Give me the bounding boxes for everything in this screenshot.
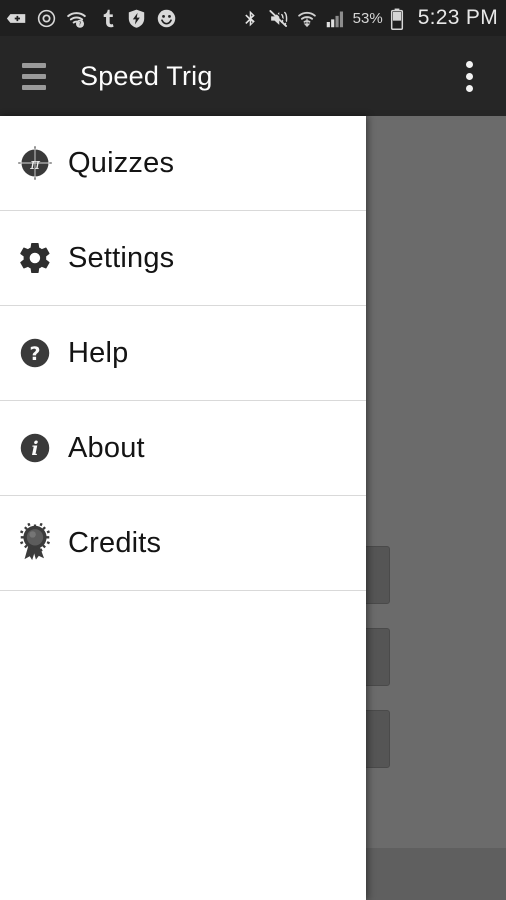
plus-flag-icon [6, 8, 27, 29]
hamburger-bar [22, 73, 46, 79]
info-icon: i [14, 427, 56, 469]
smiley-icon [156, 8, 177, 29]
drawer-item-label: Settings [68, 241, 175, 274]
overflow-dot [465, 60, 473, 68]
drawer-item-settings[interactable]: Settings [0, 211, 366, 306]
drawer-item-quizzes[interactable]: π Quizzes [0, 116, 366, 211]
drawer-item-label: Credits [68, 526, 162, 559]
wifi-icon [297, 8, 318, 29]
wifi-question-icon: ? [66, 8, 87, 29]
hamburger-bar [22, 62, 46, 68]
drawer-item-credits[interactable]: Credits [0, 496, 366, 591]
svg-text:?: ? [29, 343, 40, 365]
battery-icon [390, 8, 411, 30]
award-ribbon-icon [14, 522, 56, 564]
drawer-item-label: About [68, 431, 145, 464]
cell-signal-icon [325, 8, 346, 29]
gear-icon [14, 237, 56, 279]
status-bar-left-icons: ? [6, 8, 177, 29]
svg-text:i: i [31, 438, 38, 460]
bluetooth-icon [241, 8, 262, 29]
pi-target-icon: π [14, 142, 56, 184]
overflow-dot [465, 84, 473, 92]
shield-icon [126, 8, 147, 29]
drawer-empty-area [0, 591, 366, 900]
status-bar-right-icons: 53% 5:23 PM [241, 6, 498, 30]
overflow-menu-icon[interactable] [446, 48, 492, 104]
tumblr-icon [96, 8, 117, 29]
hamburger-bar [22, 84, 46, 90]
clock-label: 5:23 PM [417, 6, 498, 29]
battery-percent-label: 53% [352, 9, 383, 27]
phone-screen: ? 53% 5:23 PM Speed Trig π Quizzes Setti… [0, 0, 506, 900]
drawer-item-label: Quizzes [68, 146, 175, 179]
svg-text:?: ? [79, 21, 82, 27]
overflow-dot [465, 72, 473, 80]
drawer-item-label: Help [68, 336, 129, 369]
question-mark-icon: ? [14, 332, 56, 374]
drawer-item-help[interactable]: ? Help [0, 306, 366, 401]
status-bar: ? 53% 5:23 PM [0, 0, 506, 36]
circle-target-icon [36, 8, 57, 29]
drawer-item-about[interactable]: i About [0, 401, 366, 496]
svg-text:π: π [29, 155, 41, 173]
page-title: Speed Trig [80, 60, 213, 91]
hamburger-menu-icon[interactable] [6, 48, 62, 104]
app-bar: Speed Trig [0, 36, 506, 116]
navigation-drawer[interactable]: π Quizzes Settings ? Help i About Credit… [0, 116, 366, 900]
volume-mute-icon [269, 8, 290, 29]
